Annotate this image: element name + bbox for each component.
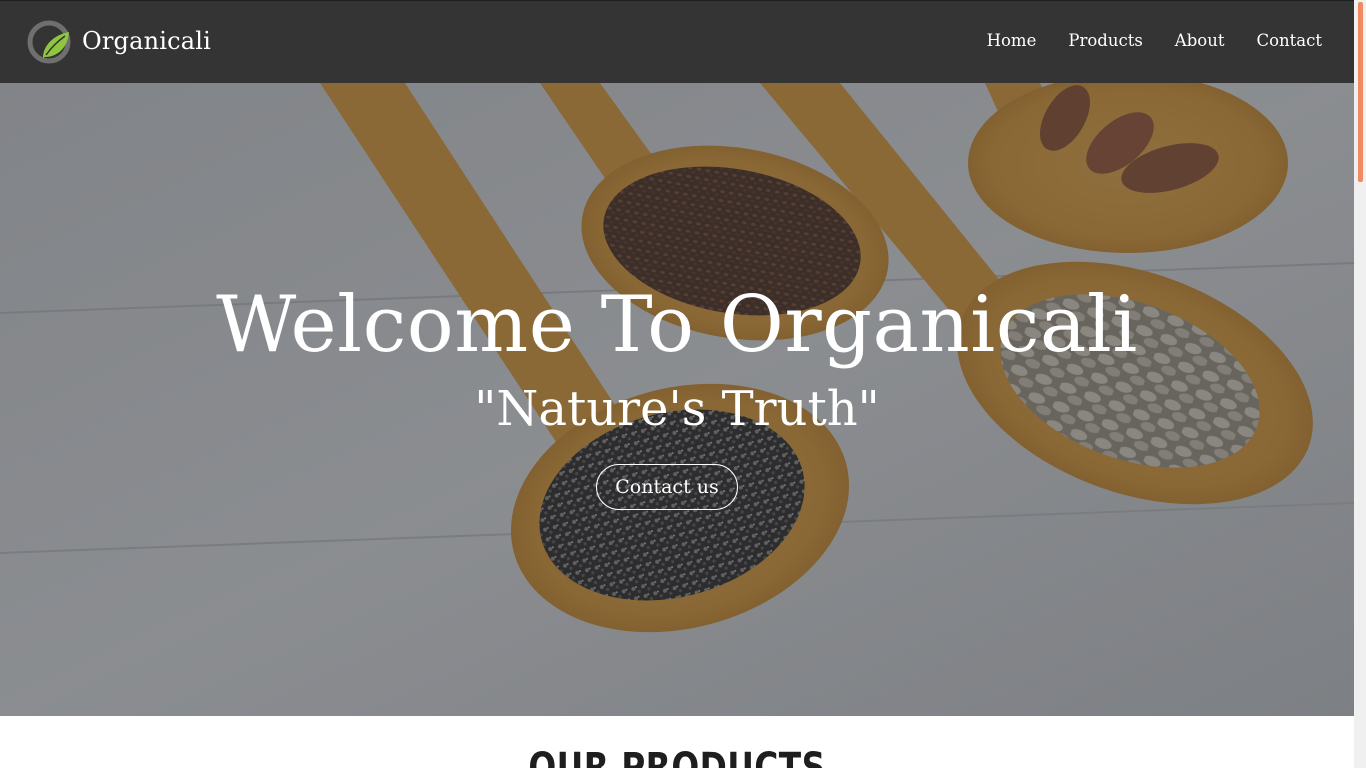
main-nav: Home Products About Contact bbox=[987, 31, 1322, 50]
hero-title: Welcome To Organicali bbox=[216, 280, 1138, 370]
brand-link[interactable]: Organicali bbox=[27, 16, 211, 66]
hero-section: Welcome To Organicali "Nature's Truth" C… bbox=[0, 83, 1354, 716]
nav-link-products[interactable]: Products bbox=[1068, 31, 1142, 50]
page: Organicali Home Products About Contact W… bbox=[0, 0, 1354, 768]
nav-link-home[interactable]: Home bbox=[987, 31, 1037, 50]
top-navbar: Organicali Home Products About Contact bbox=[0, 0, 1354, 83]
contact-us-button[interactable]: Contact us bbox=[596, 464, 738, 510]
leaf-o-logo-icon bbox=[27, 20, 71, 64]
brand-name: Organicali bbox=[82, 27, 212, 55]
page-scrollbar[interactable] bbox=[1354, 0, 1366, 768]
products-heading: OUR PRODUCTS bbox=[528, 745, 826, 768]
scrollbar-thumb[interactable] bbox=[1358, 2, 1363, 182]
hero-subtitle: "Nature's Truth" bbox=[474, 381, 880, 437]
nav-link-contact[interactable]: Contact bbox=[1256, 31, 1322, 50]
products-section: OUR PRODUCTS bbox=[0, 716, 1354, 768]
nav-link-about[interactable]: About bbox=[1175, 31, 1225, 50]
